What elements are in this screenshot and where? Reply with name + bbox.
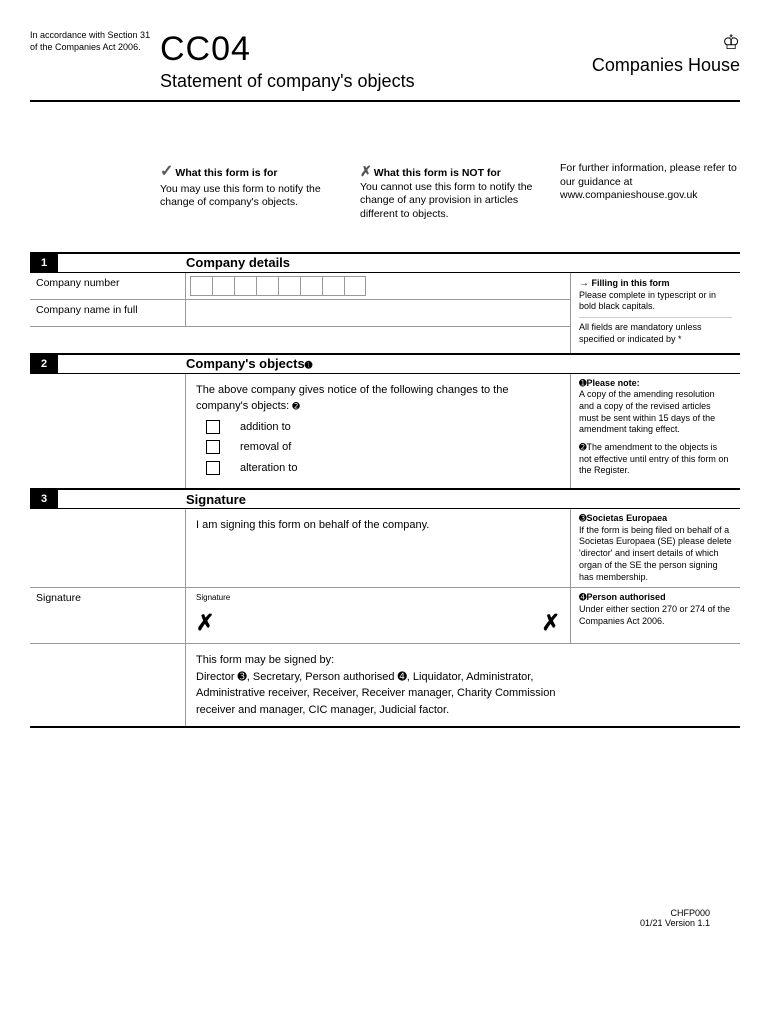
company-name-input-2[interactable] (186, 327, 570, 353)
is-for-text: You may use this form to notify the chan… (160, 183, 321, 209)
sig-x-left: ✗ (196, 606, 214, 639)
further-url: www.companieshouse.gov.uk (560, 189, 698, 201)
accordance-text: In accordance with Section 31 of the Com… (30, 30, 160, 53)
footer-code: CHFP000 (30, 908, 710, 918)
company-number-input[interactable] (186, 273, 570, 299)
alteration-checkbox[interactable] (206, 461, 220, 475)
note1-title: Please note: (587, 378, 640, 388)
section-2-num: 2 (30, 355, 58, 373)
section-3-title: Signature (186, 492, 246, 507)
footer-version: 01/21 Version 1.1 (30, 918, 710, 928)
note2-text: The amendment to the objects is not effe… (579, 442, 728, 475)
note1-text: A copy of the amending resolution and a … (579, 389, 715, 434)
form-code: CC04 (160, 30, 592, 69)
signature-label: Signature (30, 588, 186, 643)
arrow-icon: → (579, 278, 589, 289)
note4-title: Person authorised (587, 592, 666, 602)
filling-text2: All fields are mandatory unless specifie… (579, 322, 702, 344)
x-icon: ✗ (360, 163, 372, 179)
sig-x-right: ✗ (542, 606, 560, 639)
section-1-num: 1 (30, 254, 58, 272)
signed-by-list: Director ➌, Secretary, Person authorised… (196, 671, 555, 716)
section-3-num: 3 (30, 490, 58, 508)
section-1-title: Company details (186, 255, 290, 270)
section-3-intro: I am signing this form on behalf of the … (196, 519, 429, 531)
not-for-title: What this form is NOT for (374, 167, 501, 179)
removal-checkbox[interactable] (206, 440, 220, 454)
filling-text1: Please complete in typescript or in bold… (579, 290, 716, 312)
note4-text: Under either section 270 or 274 of the C… (579, 604, 730, 626)
removal-label: removal of (240, 439, 291, 456)
form-title: Statement of company's objects (160, 71, 592, 92)
further-text: For further information, please refer to… (560, 162, 737, 188)
crown-icon: ♔ (592, 30, 740, 55)
company-name-label: Company name in full (30, 300, 186, 326)
signature-field[interactable]: ✗ ✗ (196, 606, 560, 639)
note3-text: If the form is being filed on behalf of … (579, 525, 732, 582)
agency-name: Companies House (592, 55, 740, 76)
addition-label: addition to (240, 419, 291, 436)
is-for-title: What this form is for (175, 167, 277, 179)
sig-field-label: Signature (196, 592, 560, 604)
addition-checkbox[interactable] (206, 420, 220, 434)
check-icon: ✓ (160, 163, 173, 180)
not-for-text: You cannot use this form to notify the c… (360, 181, 532, 220)
note3-title: Societas Europaea (587, 513, 668, 523)
company-number-label: Company number (30, 273, 186, 299)
section-2-intro: The above company gives notice of the fo… (196, 384, 508, 413)
alteration-label: alteration to (240, 460, 297, 477)
filling-title: Filling in this form (592, 278, 670, 288)
signed-by-intro: This form may be signed by: (196, 654, 334, 666)
company-name-input[interactable] (186, 300, 570, 326)
section-2-title: Company's objects➊ (186, 356, 312, 371)
